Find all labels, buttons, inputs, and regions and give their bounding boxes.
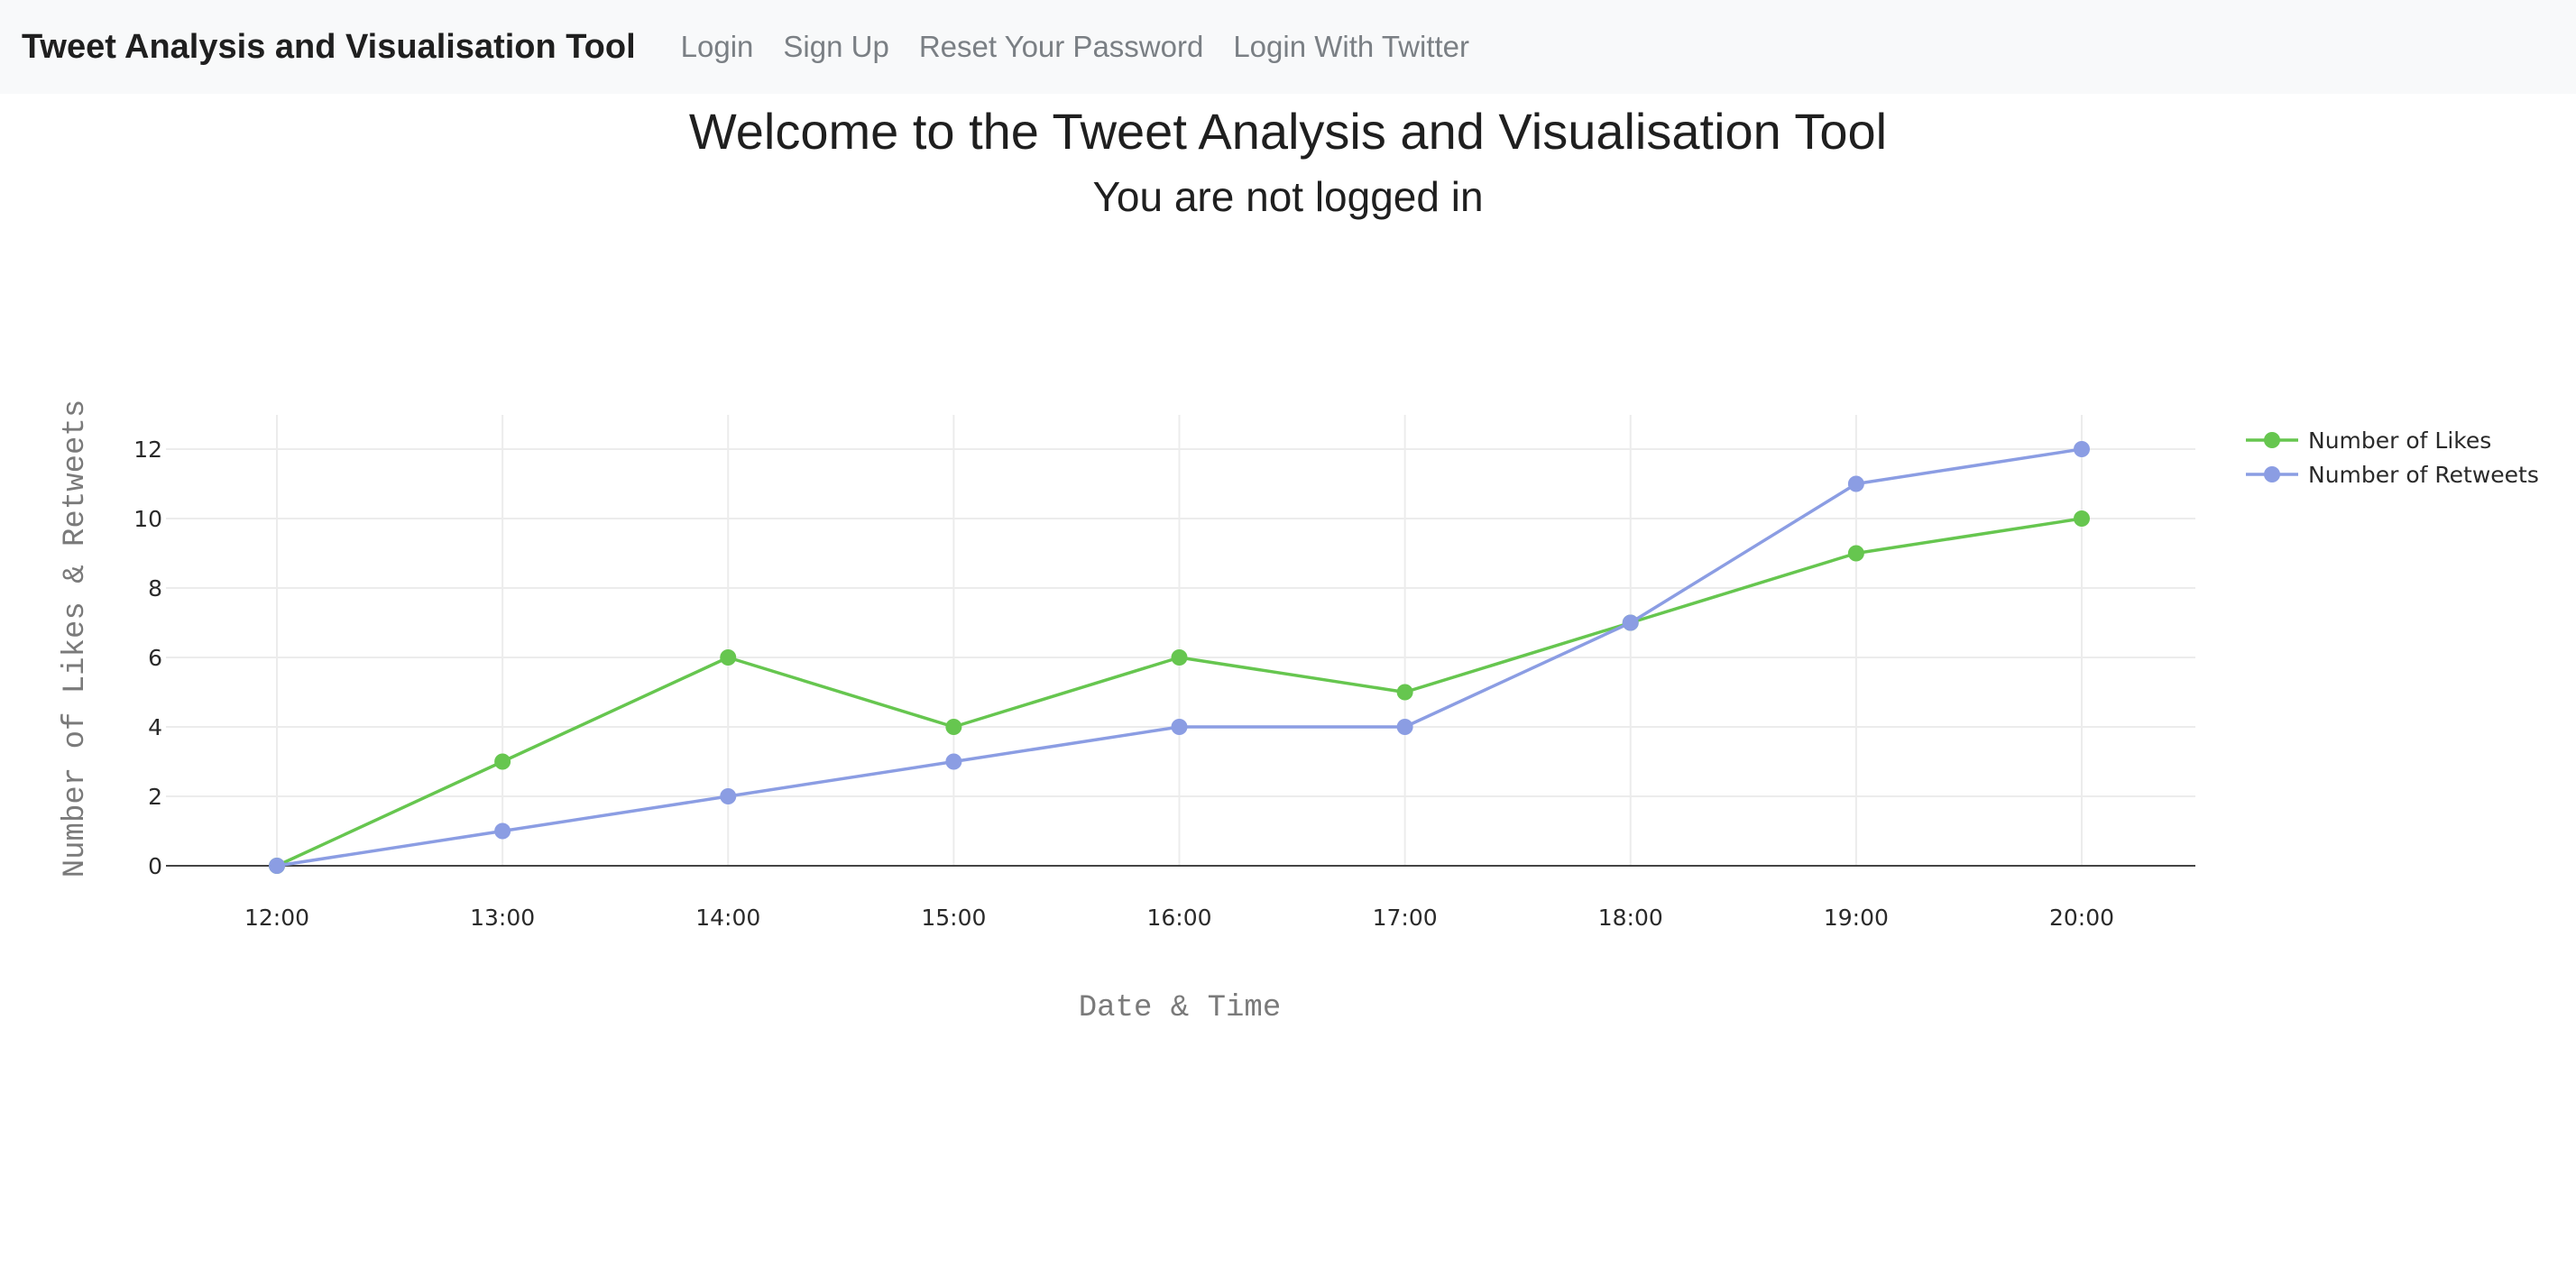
data-point [1396,719,1413,735]
x-tick-label: 14:00 [695,905,760,931]
chart-grid [166,415,2195,866]
y-tick-label: 2 [148,784,162,810]
data-point [720,649,737,666]
x-tick-label: 18:00 [1598,905,1663,931]
y-tick-label: 12 [133,436,162,463]
y-tick-label: 10 [133,506,162,532]
chart-axes: 0 2 4 6 8 10 12 12:00 13:00 14:00 15:00 16:00 17:00 1… [133,436,2195,931]
nav-login-twitter-link[interactable]: Login With Twitter [1233,30,1469,64]
legend-swatch-marker [2264,466,2280,482]
brand-link[interactable]: Tweet Analysis and Visualisation Tool [22,28,636,67]
x-tick-label: 17:00 [1373,905,1438,931]
data-point [2074,441,2090,457]
y-tick-label: 8 [148,575,162,602]
data-point [720,788,737,804]
x-tick-label: 20:00 [2049,905,2114,931]
y-axis-title: Number of Likes & Retweets [59,400,93,878]
x-tick-label: 12:00 [244,905,309,931]
nav-login-link[interactable]: Login [681,30,754,64]
page-header: Welcome to the Tweet Analysis and Visual… [0,94,2576,225]
x-tick-label: 19:00 [1824,905,1889,931]
data-point [945,719,962,735]
data-point [1847,545,1864,562]
data-point [1396,684,1413,701]
navbar: Tweet Analysis and Visualisation Tool Lo… [0,0,2576,94]
login-status: You are not logged in [1092,173,1484,220]
data-point [1171,649,1188,666]
data-point [1171,719,1188,735]
y-tick-label: 4 [148,714,162,740]
y-tick-label: 6 [148,645,162,671]
page-title: Welcome to the Tweet Analysis and Visual… [688,103,1888,160]
data-point [1847,475,1864,492]
x-tick-label: 13:00 [470,905,535,931]
data-point [945,753,962,770]
nav-reset-password-link[interactable]: Reset Your Password [919,30,1204,64]
nav-links: Login Sign Up Reset Your Password Login … [681,30,1499,64]
y-tick-label: 0 [148,853,162,879]
nav-signup-link[interactable]: Sign Up [783,30,888,64]
data-point [269,858,285,874]
data-point [494,753,511,770]
legend-label: Number of Retweets [2308,462,2539,488]
x-tick-label: 16:00 [1146,905,1211,931]
data-point [1622,614,1639,631]
data-point [494,822,511,840]
x-tick-label: 15:00 [921,905,986,931]
legend-swatch-marker [2264,432,2280,448]
legend-label: Number of Likes [2308,427,2491,454]
data-point [2074,510,2090,527]
chart-legend: Number of Likes Number of Retweets [2246,427,2539,488]
likes-retweets-line-chart: 0 2 4 6 8 10 12 12:00 13:00 14:00 15:00 16:00 17:00 1… [59,400,2539,1025]
x-axis-title: Date & Time [1079,991,1281,1025]
